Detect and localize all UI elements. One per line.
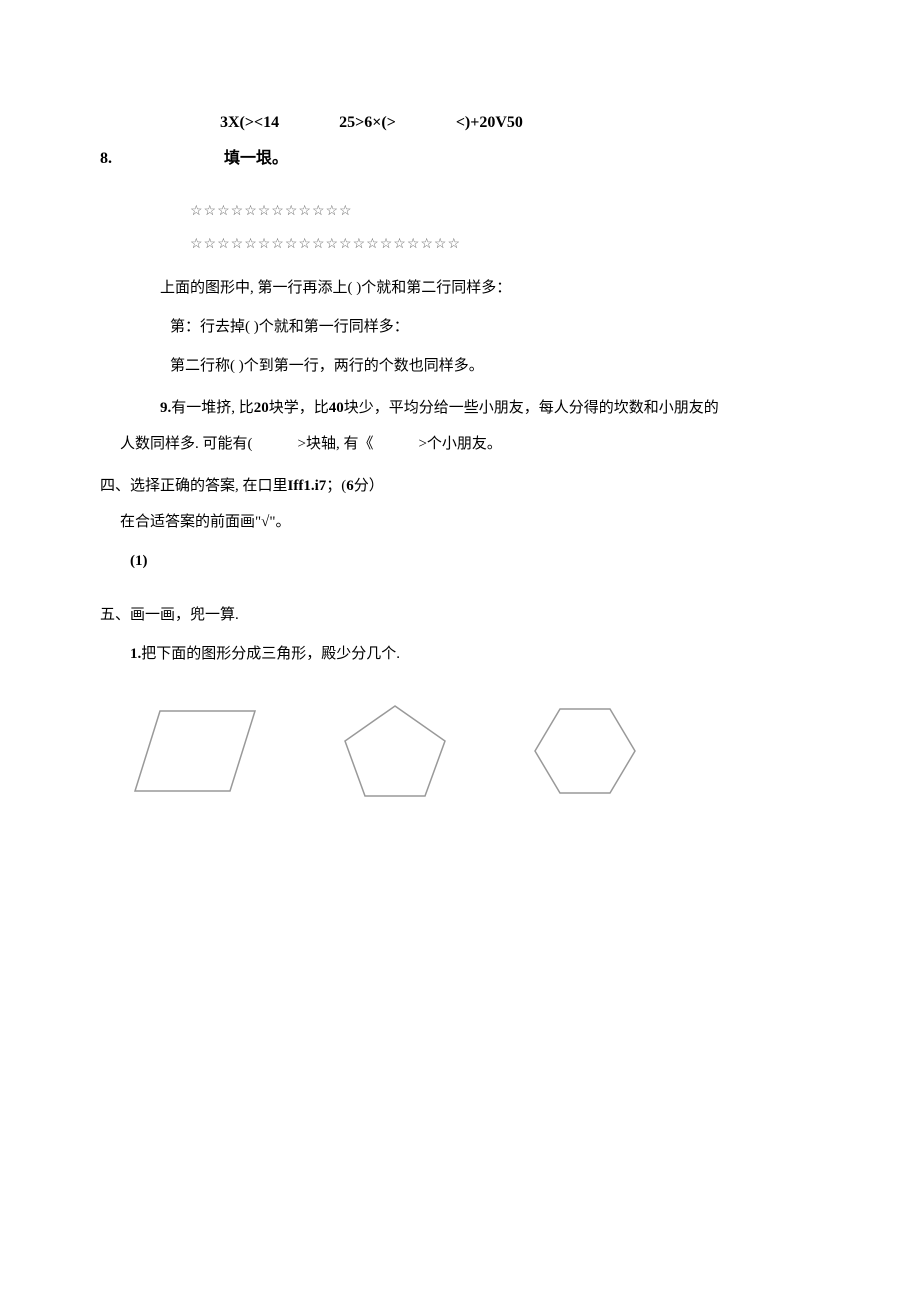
- section-4-sub: 在合适答案的前面画"√"。: [100, 510, 820, 534]
- s4-t1: 四、选择正确的答案, 在口里: [100, 478, 288, 494]
- q9-t3: 块少，平均分给一些小朋友，每人分得的坎数和小朋友的: [344, 400, 719, 416]
- q9-number: 9.: [160, 400, 171, 416]
- s4-t2: ；(: [326, 478, 346, 494]
- s5-q1-prefix: 1.: [130, 646, 141, 662]
- section-5-q1: 1.把下面的图形分成三角形，殿少分几个.: [100, 642, 820, 666]
- stars-row-1: ☆☆☆☆☆☆☆☆☆☆☆☆: [100, 201, 820, 223]
- expr-1: 3X(><14: [220, 110, 279, 136]
- q9-b2: 40: [329, 400, 344, 416]
- s4-t3: 分）: [354, 478, 384, 494]
- pentagon-shape: [340, 701, 450, 801]
- section-5-heading: 五、画一画，兜一算.: [100, 603, 820, 627]
- expr-2: 25>6×(>: [339, 110, 396, 136]
- stars-row-2: ☆☆☆☆☆☆☆☆☆☆☆☆☆☆☆☆☆☆☆☆: [100, 234, 820, 256]
- section-4-heading: 四、选择正确的答案, 在口里Iff1.i7；(6分）: [100, 474, 820, 498]
- q8-line3: 第二行称( )个到第一行，两行的个数也同样多。: [100, 354, 820, 378]
- expr-3: <)+20V50: [456, 110, 523, 136]
- q9-b1: 20: [254, 400, 269, 416]
- question-9: 9.有一堆挤, 比20块学，比40块少，平均分给一些小朋友，每人分得的坎数和小朋…: [100, 396, 820, 420]
- q8-title: 填一垠。: [164, 150, 288, 167]
- q8-number: 8.: [100, 146, 160, 172]
- s4-b2: 6: [346, 478, 354, 494]
- s5-q1-text: 把下面的图形分成三角形，殿少分几个.: [141, 646, 400, 662]
- q9-line2: 人数同样多. 可能有( >块轴, 有《 >个小朋友。: [100, 432, 820, 456]
- q9-t1: 有一堆挤, 比: [171, 400, 254, 416]
- section-4-item1: (1): [100, 549, 820, 573]
- q8-line1: 上面的图形中, 第一行再添上( )个就和第二行同样多：: [100, 276, 820, 300]
- question-8-row: 8. 填一垠。: [100, 146, 820, 172]
- q9-t2: 块学，比: [269, 400, 329, 416]
- expression-line: 3X(><14 25>6×(> <)+20V50: [100, 110, 820, 136]
- hexagon-shape: [530, 701, 640, 801]
- parallelogram-shape: [130, 706, 260, 796]
- shapes-row: [100, 701, 820, 801]
- q8-line2: 第：行去掉( )个就和第一行同样多：: [100, 315, 820, 339]
- s4-b1: Iff1.i7: [288, 478, 327, 494]
